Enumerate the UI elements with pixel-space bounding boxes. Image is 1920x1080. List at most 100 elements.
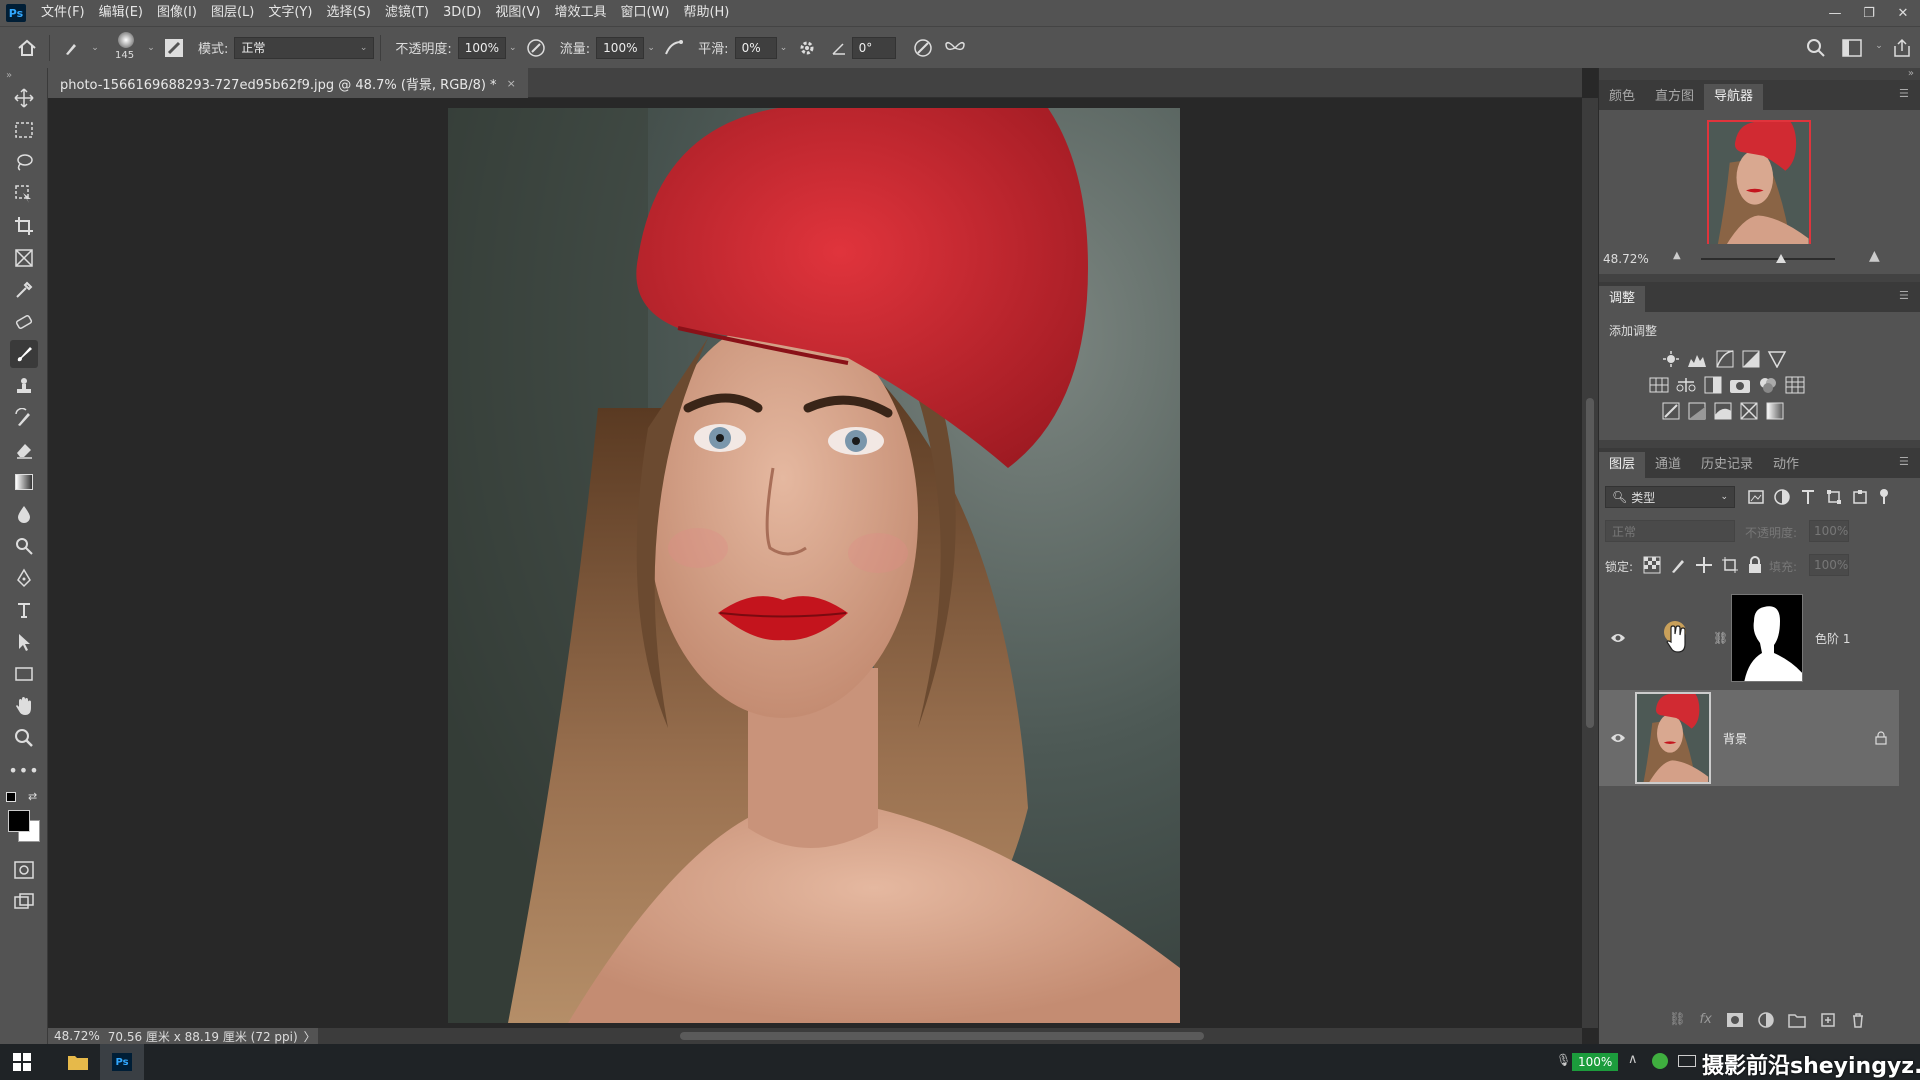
layer-opacity-input[interactable]: 100% (1809, 520, 1849, 542)
menu-window[interactable]: 窗口(W) (613, 0, 676, 26)
document-image[interactable] (448, 108, 1180, 1023)
menu-plugins[interactable]: 增效工具 (547, 0, 613, 26)
tab-channels[interactable]: 通道 (1645, 452, 1691, 478)
layer-row[interactable]: ⛓ 色阶 1 (1599, 590, 1899, 686)
layer-filter-select[interactable]: 🔍︎ 类型 ⌄ (1605, 486, 1735, 508)
chevron-down-icon[interactable]: ⌄ (144, 43, 158, 53)
color-balance-icon[interactable] (1675, 376, 1697, 394)
file-explorer-icon[interactable] (56, 1044, 100, 1080)
menu-3d[interactable]: 3D(D) (436, 0, 488, 26)
chevron-down-icon[interactable]: ⌄ (1872, 41, 1886, 51)
search-icon[interactable] (1803, 35, 1829, 61)
lasso-tool-icon[interactable] (10, 148, 38, 176)
brush-tool-icon[interactable] (10, 340, 38, 368)
gradient-map-icon[interactable] (1765, 402, 1785, 420)
rectangle-tool-icon[interactable] (10, 660, 38, 688)
scrollbar-thumb[interactable] (680, 1032, 1204, 1040)
chevron-down-icon[interactable]: ⌄ (506, 43, 520, 53)
menu-file[interactable]: 文件(F) (34, 0, 92, 26)
curves-icon[interactable] (1715, 350, 1735, 368)
layer-name[interactable]: 色阶 1 (1815, 630, 1850, 647)
battery-icon[interactable] (1678, 1055, 1696, 1067)
brush-tool-preset-icon[interactable] (59, 35, 85, 61)
chain-link-icon[interactable]: ⛓ (1713, 631, 1728, 645)
microphone-icon[interactable]: 🎙︎ (1556, 1053, 1571, 1067)
threshold-icon[interactable] (1713, 402, 1733, 420)
share-icon[interactable] (1889, 35, 1915, 61)
document-tab[interactable]: photo-1566169688293-727ed95b62f9.jpg @ 4… (48, 68, 528, 98)
filter-pixel-icon[interactable] (1747, 488, 1765, 506)
channel-mixer-icon[interactable] (1757, 376, 1779, 394)
horizontal-scrollbar[interactable] (318, 1028, 1582, 1044)
menu-filter[interactable]: 滤镜(T) (378, 0, 436, 26)
layer-row-selected[interactable]: 背景 (1599, 690, 1899, 786)
opacity-input[interactable]: 100% (457, 36, 506, 59)
levels-icon[interactable] (1687, 350, 1709, 368)
brush-settings-panel-icon[interactable] (161, 35, 187, 61)
hue-saturation-icon[interactable] (1649, 376, 1669, 394)
tab-actions[interactable]: 动作 (1763, 452, 1809, 478)
tab-adjustments[interactable]: 调整 (1599, 286, 1646, 312)
marquee-tool-icon[interactable] (10, 116, 38, 144)
path-selection-tool-icon[interactable] (10, 628, 38, 656)
dodge-tool-icon[interactable] (10, 532, 38, 560)
layer-mask-thumbnail[interactable] (1731, 594, 1803, 682)
levels-adjustment-thumbnail[interactable] (1649, 610, 1705, 666)
menu-help[interactable]: 帮助(H) (676, 0, 736, 26)
zoom-tool-icon[interactable] (10, 724, 38, 752)
chevron-up-icon[interactable]: ∧ (1628, 1052, 1638, 1067)
filter-type-icon[interactable] (1799, 488, 1817, 506)
chevron-down-icon[interactable]: ⌄ (644, 43, 658, 53)
layer-name[interactable]: 背景 (1723, 730, 1875, 747)
navigator-thumbnail[interactable] (1707, 120, 1811, 248)
lock-transparent-icon[interactable] (1643, 556, 1661, 574)
gear-icon[interactable] (794, 35, 820, 61)
history-brush-tool-icon[interactable] (10, 404, 38, 432)
filter-smart-object-icon[interactable] (1851, 488, 1869, 506)
exposure-icon[interactable] (1741, 350, 1761, 368)
scrollbar-thumb[interactable] (1586, 398, 1594, 728)
zoom-out-icon[interactable]: ▲ (1673, 250, 1681, 261)
navigator-zoom-value[interactable]: 48.72% (1603, 252, 1649, 266)
photo-filter-icon[interactable] (1729, 376, 1751, 394)
type-tool-icon[interactable] (10, 596, 38, 624)
swap-colors-icon[interactable]: ⇄ (28, 790, 37, 803)
battery-status[interactable]: 100% (1572, 1053, 1619, 1071)
fx-icon[interactable]: fx (1700, 1012, 1712, 1028)
menu-type[interactable]: 文字(Y) (261, 0, 319, 26)
menu-edit[interactable]: 编辑(E) (92, 0, 150, 26)
airbrush-icon[interactable] (661, 35, 687, 61)
fill-input[interactable]: 100% (1809, 554, 1849, 576)
pressure-opacity-icon[interactable] (523, 35, 549, 61)
chevron-down-icon[interactable]: ⌄ (88, 43, 102, 53)
new-group-icon[interactable] (1788, 1012, 1806, 1028)
lock-artboard-icon[interactable] (1721, 556, 1739, 574)
selective-color-icon[interactable] (1739, 402, 1759, 420)
menu-view[interactable]: 视图(V) (488, 0, 547, 26)
panel-menu-icon[interactable]: ☰ (1899, 456, 1913, 468)
new-layer-icon[interactable] (1820, 1012, 1836, 1028)
zoom-in-icon[interactable]: ▲ (1869, 248, 1880, 264)
panel-menu-icon[interactable]: ☰ (1899, 290, 1913, 302)
crop-tool-icon[interactable] (10, 212, 38, 240)
photoshop-taskbar-icon[interactable]: Ps (100, 1044, 144, 1080)
link-layers-icon[interactable]: ⛓ (1669, 1012, 1686, 1028)
zoom-slider-handle[interactable] (1776, 254, 1787, 263)
menu-image[interactable]: 图像(I) (150, 0, 204, 26)
default-colors-icon[interactable] (6, 792, 16, 802)
collapse-icon[interactable]: » (6, 70, 12, 81)
move-tool-icon[interactable] (10, 84, 38, 112)
zoom-slider[interactable] (1701, 254, 1835, 263)
pen-tool-icon[interactable] (10, 564, 38, 592)
foreground-color-swatch[interactable] (8, 810, 30, 832)
quick-mask-icon[interactable] (10, 856, 38, 884)
tab-layers[interactable]: 图层 (1599, 452, 1646, 478)
flow-input[interactable]: 100% (596, 36, 645, 59)
screen-mode-icon[interactable] (10, 888, 38, 916)
black-white-icon[interactable] (1703, 376, 1723, 394)
lock-all-icon[interactable] (1747, 556, 1763, 574)
vibrance-icon[interactable] (1767, 350, 1787, 368)
gradient-tool-icon[interactable] (10, 468, 38, 496)
windows-start-icon[interactable] (0, 1044, 44, 1080)
filter-shape-icon[interactable] (1825, 488, 1843, 506)
